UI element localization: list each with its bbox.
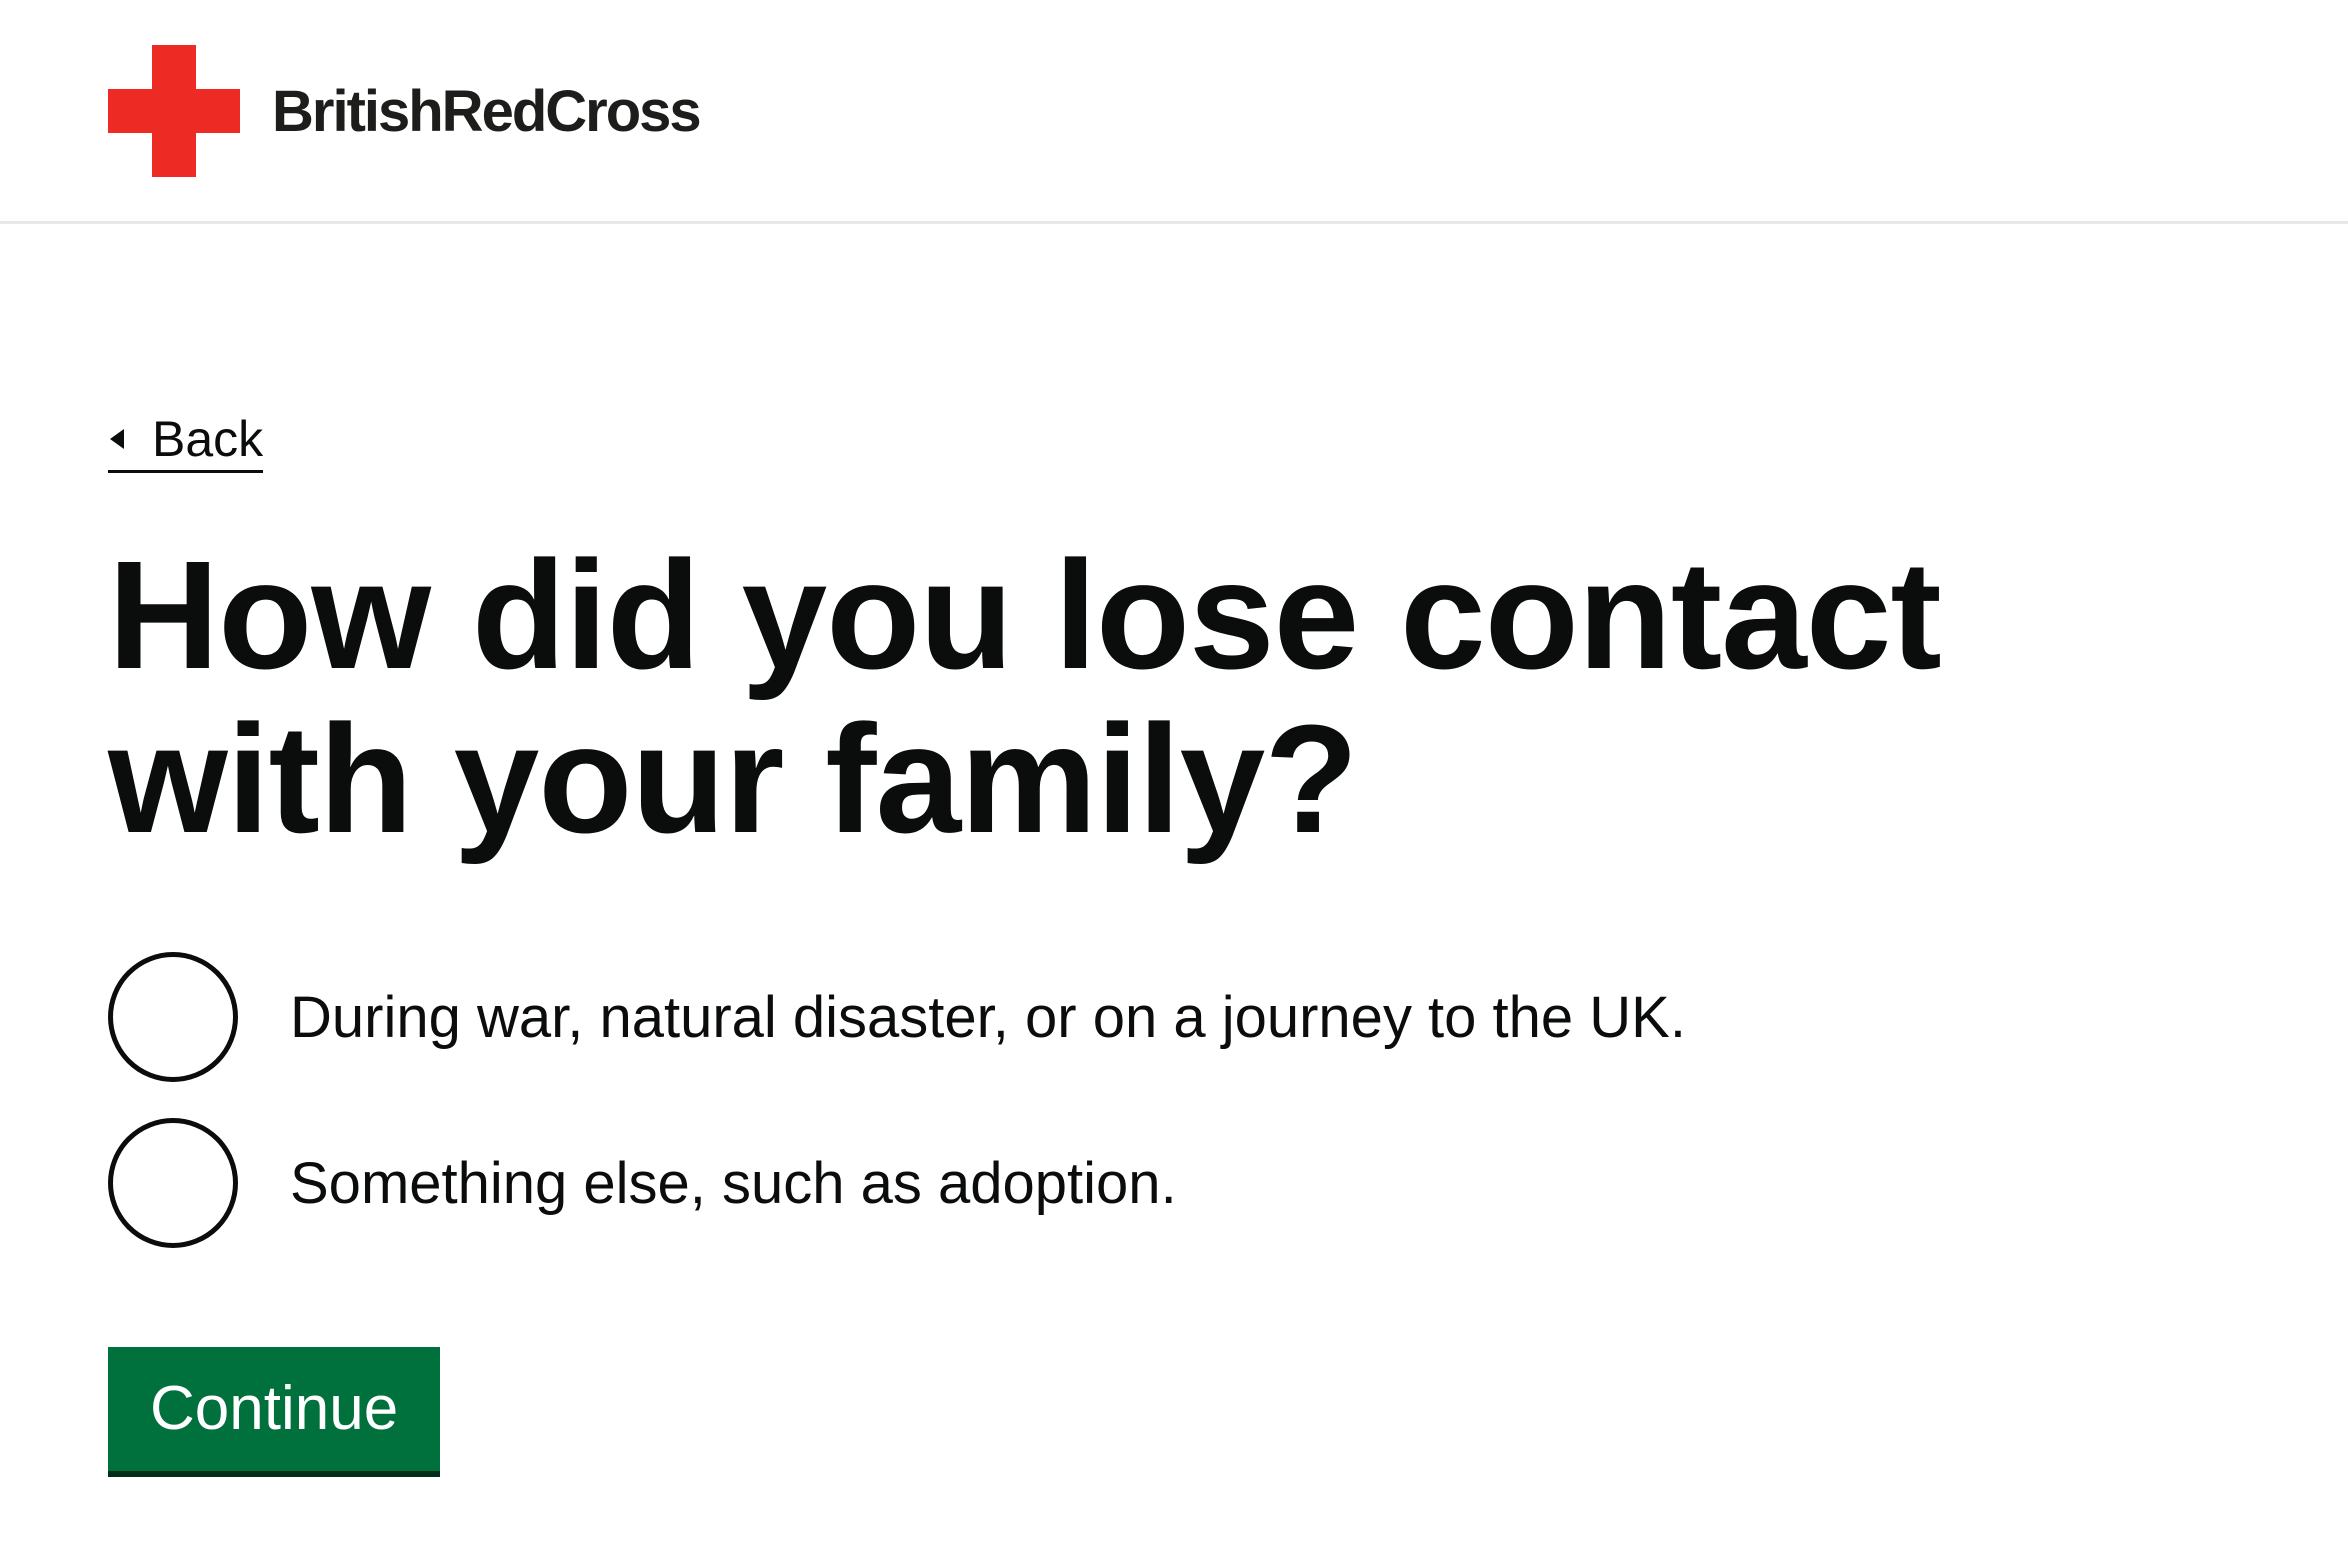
main-content: Back How did you lose contact with your …	[108, 410, 2208, 1471]
radio-option-label[interactable]: Something else, such as adoption.	[290, 1150, 1177, 1217]
triangle-left-icon	[110, 429, 124, 449]
brand-name: BritishRedCross	[272, 78, 702, 144]
site-header: BritishRedCross	[0, 0, 2348, 224]
page-title: How did you lose contact with your famil…	[108, 529, 1942, 865]
radio-group: During war, natural disaster, or on a jo…	[108, 951, 2208, 1249]
british-red-cross-logo[interactable]: BritishRedCross	[108, 45, 702, 177]
radio-option-label[interactable]: During war, natural disaster, or on a jo…	[290, 984, 1686, 1051]
radio-button[interactable]	[108, 952, 238, 1082]
radio-option-something-else[interactable]: Something else, such as adoption.	[108, 1117, 2208, 1249]
red-cross-icon	[108, 45, 240, 177]
radio-option-war-disaster-journey[interactable]: During war, natural disaster, or on a jo…	[108, 951, 2208, 1083]
back-link-label: Back	[152, 411, 264, 467]
radio-button[interactable]	[108, 1118, 238, 1248]
back-link[interactable]: Back	[108, 410, 264, 473]
continue-button[interactable]: Continue	[108, 1347, 441, 1471]
